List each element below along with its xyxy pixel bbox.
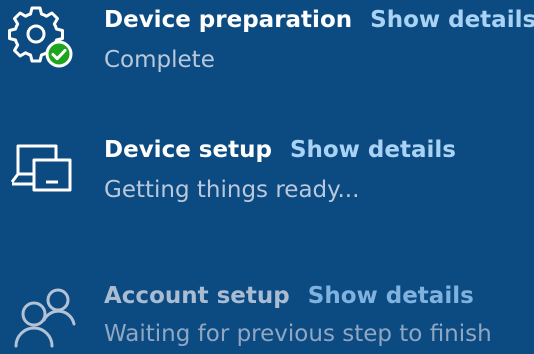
show-details-link[interactable]: Show details <box>308 283 474 309</box>
show-details-link[interactable]: Show details <box>290 137 456 163</box>
people-icon <box>8 280 76 348</box>
step-status: Waiting for previous step to finish <box>104 321 492 347</box>
step-title: Account setup <box>104 283 290 309</box>
step-title: Device setup <box>104 137 272 163</box>
step-status: Complete <box>104 47 215 73</box>
devices-icon <box>8 138 76 206</box>
step-title: Device preparation <box>104 7 353 33</box>
step-title-line: Device preparation Show details <box>104 6 534 34</box>
setup-progress-page: Device preparation Show details Complete <box>0 0 534 354</box>
gear-check-icon <box>8 4 76 72</box>
step-title-line: Device setup Show details <box>104 136 456 164</box>
step-title-line: Account setup Show details <box>104 282 474 310</box>
show-details-link[interactable]: Show details <box>370 7 534 33</box>
step-status: Getting things ready... <box>104 177 360 203</box>
